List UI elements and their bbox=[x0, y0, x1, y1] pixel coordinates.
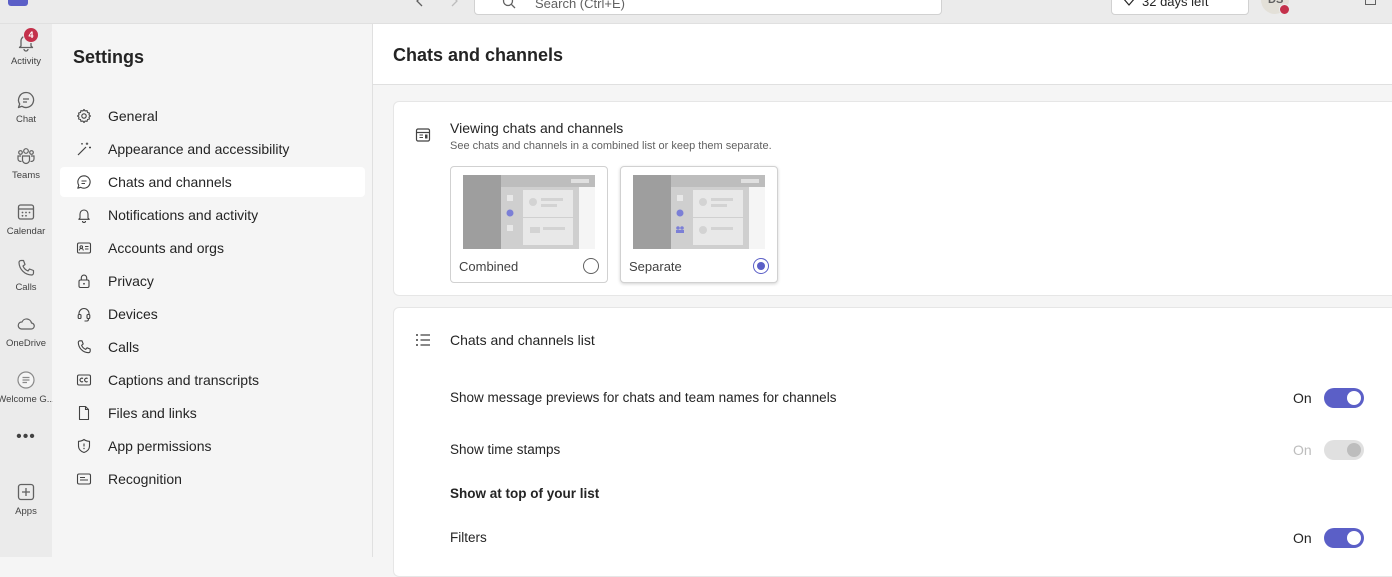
filters-setting-label: Filters bbox=[450, 530, 487, 545]
nav-label: Recognition bbox=[108, 471, 182, 487]
nav-item-devices[interactable]: Devices bbox=[60, 299, 365, 329]
bell-icon bbox=[76, 207, 92, 223]
previews-toggle[interactable] bbox=[1324, 388, 1364, 408]
previews-setting-label: Show message previews for chats and team… bbox=[450, 390, 837, 405]
viewing-subtitle: See chats and channels in a combined lis… bbox=[450, 140, 772, 152]
nav-item-captions[interactable]: Captions and transcripts bbox=[60, 365, 365, 395]
phone-icon bbox=[76, 339, 92, 355]
title-bar: Search (Ctrl+E) 32 days left ··· DS bbox=[0, 0, 1392, 24]
nav-item-chats-and-channels[interactable]: Chats and channels bbox=[60, 167, 365, 197]
radio-separate[interactable] bbox=[753, 258, 769, 274]
main-content: Chats and channels Viewing chats and cha… bbox=[373, 24, 1392, 577]
forward-arrow-icon[interactable] bbox=[446, 0, 462, 9]
nav-label: Calls bbox=[108, 339, 140, 355]
shield-icon bbox=[76, 438, 92, 454]
nav-label: Chats and channels bbox=[108, 174, 232, 190]
option-separate[interactable]: Separate bbox=[620, 166, 778, 283]
search-placeholder: Search (Ctrl+E) bbox=[535, 0, 625, 11]
list-icon bbox=[414, 331, 432, 349]
gear-icon bbox=[76, 108, 92, 124]
timestamps-setting-label: Show time stamps bbox=[450, 442, 561, 457]
rail-label: Calls bbox=[15, 282, 37, 293]
recognition-icon bbox=[76, 471, 92, 487]
option-label: Separate bbox=[629, 259, 682, 274]
add-apps-icon bbox=[16, 482, 36, 502]
presence-status-icon bbox=[1279, 4, 1290, 15]
nav-item-notifications[interactable]: Notifications and activity bbox=[60, 200, 365, 230]
wand-icon bbox=[76, 141, 92, 157]
window-maximize-icon[interactable] bbox=[1365, 0, 1376, 5]
welcome-icon bbox=[16, 370, 36, 390]
search-box[interactable]: Search (Ctrl+E) bbox=[474, 0, 942, 15]
teams-logo bbox=[8, 0, 28, 6]
cloud-icon bbox=[16, 314, 36, 334]
chat-icon bbox=[16, 90, 36, 110]
nav-item-calls[interactable]: Calls bbox=[60, 332, 365, 362]
phone-icon bbox=[16, 258, 36, 278]
viewing-chats-card: Viewing chats and channels See chats and… bbox=[393, 101, 1392, 296]
nav-label: Privacy bbox=[108, 273, 154, 289]
nav-label: Accounts and orgs bbox=[108, 240, 224, 256]
trial-days-label: 32 days left bbox=[1142, 0, 1209, 9]
combined-preview-illustration bbox=[463, 175, 595, 249]
page-header: Chats and channels bbox=[373, 24, 1392, 85]
filters-toggle-state: On bbox=[1293, 530, 1312, 546]
contact-card-icon bbox=[76, 240, 92, 256]
separate-preview-illustration bbox=[633, 175, 765, 249]
chat-icon bbox=[76, 174, 92, 190]
viewing-heading: Viewing chats and channels bbox=[450, 120, 624, 136]
rail-label: Chat bbox=[15, 114, 37, 125]
headset-icon bbox=[76, 306, 92, 322]
nav-label: Appearance and accessibility bbox=[108, 141, 290, 157]
nav-item-privacy[interactable]: Privacy bbox=[60, 266, 365, 296]
radio-combined[interactable] bbox=[583, 258, 599, 274]
nav-item-app-permissions[interactable]: App permissions bbox=[60, 431, 365, 461]
settings-title: Settings bbox=[73, 47, 145, 67]
lock-icon bbox=[76, 273, 92, 289]
page-title: Chats and channels bbox=[393, 45, 564, 65]
option-combined[interactable]: Combined bbox=[450, 166, 608, 283]
nav-item-appearance[interactable]: Appearance and accessibility bbox=[60, 134, 365, 164]
rail-label: OneDrive bbox=[5, 338, 47, 349]
nav-label: Devices bbox=[108, 306, 158, 322]
timestamps-toggle-state: On bbox=[1293, 442, 1312, 458]
nav-item-accounts[interactable]: Accounts and orgs bbox=[60, 233, 365, 263]
nav-label: Files and links bbox=[108, 405, 197, 421]
timestamps-toggle bbox=[1324, 440, 1364, 460]
diamond-icon bbox=[1122, 0, 1136, 7]
nav-item-general[interactable]: General bbox=[60, 101, 365, 131]
closed-caption-icon bbox=[76, 372, 92, 388]
back-arrow-icon[interactable] bbox=[412, 0, 428, 9]
list-heading: Chats and channels list bbox=[450, 332, 595, 348]
nav-label: App permissions bbox=[108, 438, 212, 454]
top-of-list-section-label: Show at top of your list bbox=[450, 486, 600, 501]
rail-label: Teams bbox=[12, 170, 40, 181]
filters-toggle[interactable] bbox=[1324, 528, 1364, 548]
search-icon bbox=[501, 0, 517, 10]
teams-icon bbox=[16, 146, 36, 166]
more-apps-icon[interactable]: ••• bbox=[10, 428, 42, 446]
app-rail: 4 Activity Chat Teams Calendar Calls One… bbox=[0, 24, 55, 557]
nav-item-files[interactable]: Files and links bbox=[60, 398, 365, 428]
calendar-icon bbox=[16, 202, 36, 222]
nav-label: General bbox=[108, 108, 158, 124]
document-icon bbox=[76, 405, 92, 421]
more-options-icon[interactable]: ··· bbox=[1222, 0, 1239, 6]
activity-badge: 4 bbox=[23, 27, 39, 43]
rail-label: Welcome G... bbox=[0, 394, 55, 405]
previews-toggle-state: On bbox=[1293, 390, 1312, 406]
chats-list-card: Chats and channels list Show message pre… bbox=[393, 307, 1392, 577]
nav-label: Notifications and activity bbox=[108, 207, 259, 223]
nav-label: Captions and transcripts bbox=[108, 372, 259, 388]
rail-label: Calendar bbox=[6, 226, 46, 237]
nav-item-recognition[interactable]: Recognition bbox=[60, 464, 365, 494]
layout-icon bbox=[414, 126, 432, 144]
trial-button[interactable]: 32 days left ··· bbox=[1111, 0, 1249, 15]
rail-label: Apps bbox=[15, 506, 37, 517]
settings-nav: Settings General Appearance and accessib… bbox=[53, 24, 373, 557]
rail-label: Activity bbox=[10, 56, 42, 67]
option-label: Combined bbox=[459, 259, 519, 274]
